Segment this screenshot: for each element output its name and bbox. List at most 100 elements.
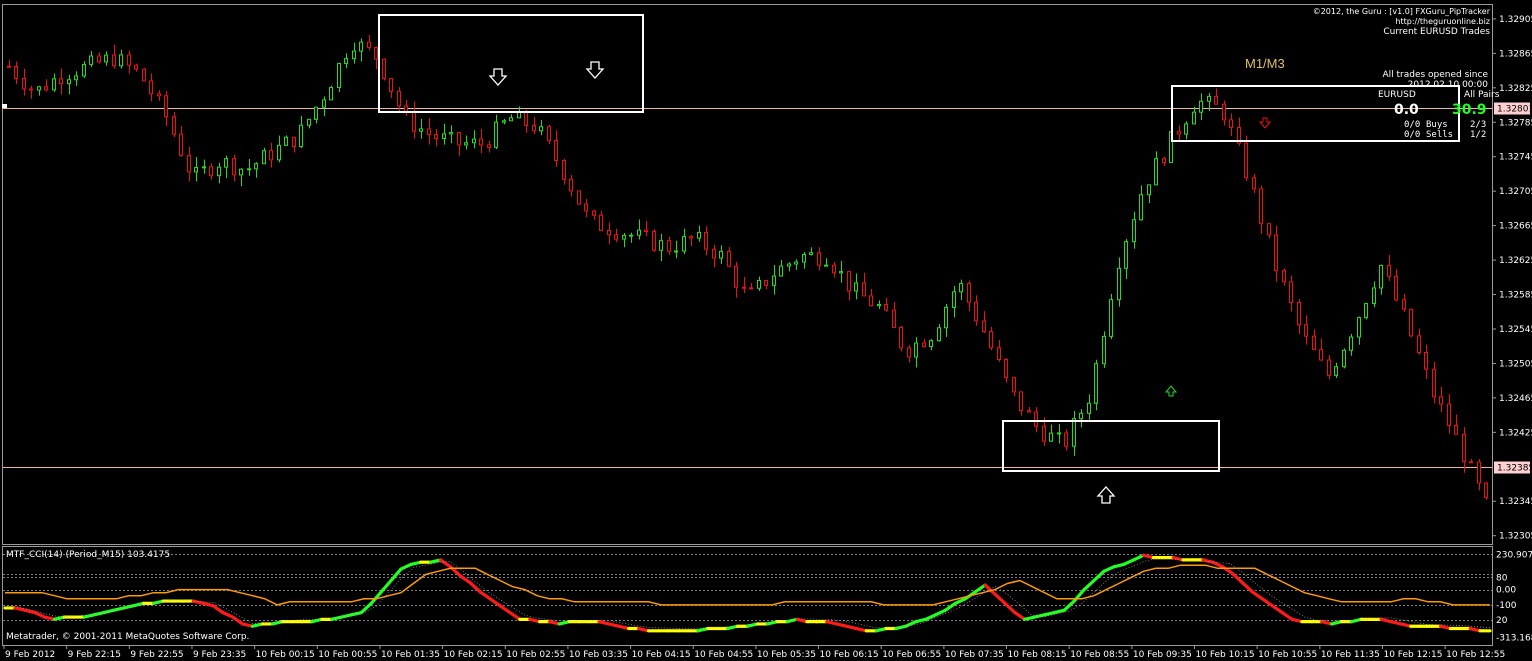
time-axis-label: 10 Feb 00:15 xyxy=(256,650,315,660)
candle-body xyxy=(367,41,371,48)
cci-fast-line xyxy=(439,558,453,569)
candle-body xyxy=(1079,412,1083,420)
candle-body xyxy=(742,286,746,289)
candle-body xyxy=(1394,275,1398,301)
candle-body xyxy=(37,86,41,91)
price-axis-label: 1.32625 xyxy=(1499,256,1532,266)
candle-body xyxy=(479,138,483,146)
candle-body xyxy=(509,117,513,122)
candle-body xyxy=(1409,308,1413,337)
candle-body xyxy=(757,279,761,289)
candle-body xyxy=(292,136,296,148)
candle-body xyxy=(172,116,176,135)
candle-body xyxy=(787,263,791,267)
cci-fast-line xyxy=(1250,590,1264,601)
cci-axis-label: -313.168 xyxy=(1496,633,1532,643)
candle-body xyxy=(892,309,896,328)
candle-body xyxy=(442,133,446,140)
candle-body xyxy=(794,261,798,265)
cci-fast-line xyxy=(458,574,472,585)
price-axis-label: 1.32345 xyxy=(1499,497,1532,507)
candle-body xyxy=(854,282,858,292)
candle-body xyxy=(232,158,236,176)
candle-body xyxy=(1124,241,1128,269)
candle-body xyxy=(674,250,678,253)
candle-body xyxy=(1109,299,1113,337)
candle-body xyxy=(809,252,813,255)
candle-body xyxy=(127,54,131,66)
candle-body xyxy=(689,236,693,239)
candle-body xyxy=(1192,111,1196,125)
candle-body xyxy=(1027,410,1031,413)
time-axis-label: 10 Feb 05:35 xyxy=(757,650,816,660)
price-axis-label: 1.32665 xyxy=(1499,222,1532,232)
cci-axis-label: 20 xyxy=(1496,616,1508,626)
candle-body xyxy=(629,234,633,237)
candle-body xyxy=(1177,131,1181,135)
pips-left: 0.0 xyxy=(1394,102,1419,118)
candle-body xyxy=(652,230,656,251)
sells-label: Sells xyxy=(1426,130,1454,140)
time-axis-label: 10 Feb 07:35 xyxy=(945,650,1004,660)
cci-fast-line xyxy=(924,613,938,621)
candle-body xyxy=(1004,359,1008,379)
candle-body xyxy=(1357,317,1361,338)
candle-body xyxy=(322,99,326,108)
candle-body xyxy=(622,235,626,240)
time-axis-label: 10 Feb 01:35 xyxy=(381,650,440,660)
candle-body xyxy=(982,320,986,333)
candle-body xyxy=(209,166,213,177)
candle-body xyxy=(52,78,56,91)
tracker-col-right-header: All Pairs xyxy=(1464,90,1500,100)
candle-body xyxy=(1064,432,1068,447)
candle-body xyxy=(457,132,461,146)
candle-body xyxy=(532,124,536,132)
cci-slow-line xyxy=(5,564,1490,606)
candle-body xyxy=(1289,281,1293,303)
candle-body xyxy=(59,78,63,85)
candle-body xyxy=(734,265,738,288)
candle-body xyxy=(1094,363,1098,404)
candle-body xyxy=(929,340,933,348)
cci-fast-line xyxy=(498,604,512,615)
candle-body xyxy=(487,144,491,148)
candle-body xyxy=(1372,287,1376,305)
time-axis-label: 10 Feb 10:15 xyxy=(1196,650,1255,660)
candle-body xyxy=(547,126,551,141)
candle-body xyxy=(592,210,596,216)
candle-body xyxy=(1387,264,1391,277)
candle-body xyxy=(644,229,648,232)
time-axis-label: 10 Feb 12:55 xyxy=(1446,650,1505,660)
candle-body xyxy=(412,110,416,132)
annotation-label: M1/M3 xyxy=(1245,56,1285,71)
tracker-panel: All trades opened since 2012.02.10 00:00 xyxy=(1382,70,1488,90)
candle-body xyxy=(1034,411,1038,427)
price-axis-label: 1.32505 xyxy=(1499,359,1532,369)
candle-body xyxy=(104,54,108,63)
candle-body xyxy=(119,54,123,67)
cci-fast-line xyxy=(33,610,47,619)
candle-body xyxy=(1312,335,1316,351)
candle-body xyxy=(937,327,941,342)
candle-body xyxy=(1274,234,1278,272)
tracker-line-1: All trades opened since xyxy=(1382,70,1488,80)
price-axis-label: 1.32705 xyxy=(1499,187,1532,197)
candle-body xyxy=(187,154,191,173)
small-up-arrow-icon xyxy=(1164,385,1178,397)
candle-body xyxy=(337,63,341,88)
candle-body xyxy=(749,287,753,290)
candle-body xyxy=(877,304,881,307)
cci-fast-line xyxy=(508,610,522,621)
candle-body xyxy=(1229,119,1233,129)
candle-body xyxy=(1379,264,1383,289)
header-line-3: Current EURUSD Trades xyxy=(1383,27,1490,37)
candle-body xyxy=(464,142,468,146)
cci-fast-line xyxy=(1131,553,1146,562)
candle-body xyxy=(1049,432,1053,442)
candle-body xyxy=(584,203,588,212)
time-axis-label: 10 Feb 02:55 xyxy=(506,650,565,660)
candle-body xyxy=(217,166,221,177)
candle-body xyxy=(239,168,243,176)
candle-body xyxy=(262,150,266,165)
cci-fast-line xyxy=(1122,558,1136,567)
